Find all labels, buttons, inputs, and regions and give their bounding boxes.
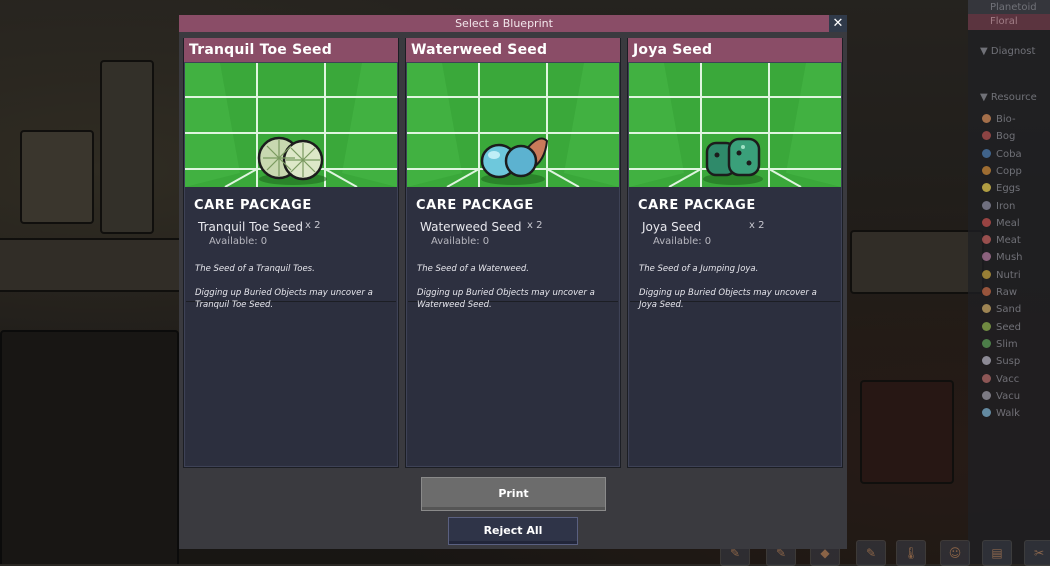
diagnostics-section[interactable]: ▼ Diagnost [968, 44, 1050, 60]
item-name: Joya Seed [642, 220, 702, 234]
item-quantity: x 2 [305, 220, 321, 231]
available-count: Available: 0 [653, 236, 712, 247]
item-preview-scene [629, 63, 841, 187]
item-preview-scene [407, 63, 619, 187]
resource-icon [982, 408, 991, 418]
resource-label: Sand [996, 304, 1022, 316]
document-tool-icon[interactable]: ▤ [982, 540, 1012, 566]
blueprint-card-tranquil-toe[interactable]: Tranquil Toe Seed CARE PACKAGE Tranquil … [183, 38, 399, 468]
resource-label: Meat [996, 235, 1021, 247]
package-type-label: CARE PACKAGE [194, 198, 312, 213]
card-header: Waterweed Seed [406, 38, 620, 62]
resource-list-item[interactable]: Vacu [968, 389, 1050, 405]
resource-list-item[interactable]: Mush [968, 250, 1050, 266]
resource-icon [982, 269, 991, 279]
resource-icon [982, 200, 991, 210]
package-type-label: CARE PACKAGE [638, 198, 756, 213]
item-preview-scene [185, 63, 397, 187]
resource-label: Coba [996, 148, 1022, 160]
resource-icon [982, 131, 991, 141]
resource-icon [982, 235, 991, 245]
card-header: Tranquil Toe Seed [184, 38, 398, 62]
resource-list-item[interactable]: Meal [968, 216, 1050, 232]
item-quantity: x 2 [749, 220, 765, 231]
thermometer-tool-icon[interactable]: 🌡 [896, 540, 926, 566]
resource-label: Eggs [996, 183, 1021, 195]
package-type-label: CARE PACKAGE [416, 198, 534, 213]
resource-icon [982, 338, 991, 348]
tools-icon[interactable]: ✂ [1024, 540, 1050, 566]
resource-list-item[interactable]: Eggs [968, 181, 1050, 197]
resource-label: Raw [996, 287, 1018, 298]
resource-label: Seed [996, 321, 1021, 333]
item-name: Tranquil Toe Seed [198, 220, 303, 234]
print-button[interactable]: Print [421, 477, 606, 511]
item-description: The Seed of a Waterweed. Digging up Buri… [417, 264, 595, 310]
resource-icon [982, 114, 991, 123]
resource-label: Bio- [996, 114, 1016, 125]
resource-label: Vacc [996, 373, 1020, 385]
resource-label: Copp [996, 165, 1022, 177]
resource-label: Slim [996, 338, 1018, 350]
resource-list-item[interactable]: Coba [968, 147, 1050, 163]
resource-icon [982, 356, 991, 366]
resource-label: Mush [996, 252, 1023, 264]
resource-icon [982, 390, 991, 400]
blueprint-card-waterweed[interactable]: Waterweed Seed CARE PACKAGE Waterweed Se… [405, 38, 621, 468]
resource-icon [982, 287, 991, 296]
resource-label: Iron [996, 200, 1016, 212]
resource-list-item[interactable]: Bio- [968, 112, 1050, 128]
resource-list-item[interactable]: Slim [968, 337, 1050, 353]
select-blueprint-dialog: Select a Blueprint ✕ Tranquil Toe Seed C… [179, 15, 847, 549]
resource-icon [982, 304, 991, 314]
resource-list-item[interactable]: Susp [968, 354, 1050, 370]
resource-label: Vacu [996, 390, 1021, 402]
resource-list-item[interactable]: Sand [968, 302, 1050, 318]
resource-list-item[interactable]: Copp [968, 164, 1050, 180]
resource-icon [982, 252, 991, 262]
resource-list-item[interactable]: Seed [968, 320, 1050, 336]
resource-icon [982, 183, 991, 193]
pen-tool-icon[interactable]: ✎ [856, 540, 886, 566]
resource-icon [982, 165, 991, 175]
resource-label: Nutri [996, 269, 1021, 281]
resource-list-item[interactable]: Nutri [968, 268, 1050, 284]
resource-icon [982, 373, 991, 383]
item-description: The Seed of a Jumping Joya. Digging up B… [639, 264, 817, 310]
dialog-title: Select a Blueprint [179, 15, 829, 32]
resource-list-item[interactable]: Meat [968, 233, 1050, 249]
resource-list-item[interactable]: Iron [968, 199, 1050, 215]
blueprint-card-joya[interactable]: Joya Seed CARE PACKAGE Joya Seed x 2 Ava… [627, 38, 843, 468]
item-name: Waterweed Seed [420, 220, 522, 234]
resource-icon [982, 217, 991, 227]
floral-filter[interactable]: Floral [968, 14, 1050, 30]
close-icon[interactable]: ✕ [829, 15, 847, 32]
resource-list-item[interactable]: Vacc [968, 372, 1050, 388]
item-description: The Seed of a Tranquil Toes. Digging up … [195, 264, 373, 310]
available-count: Available: 0 [209, 236, 268, 247]
resource-list-item[interactable]: Walk [968, 406, 1050, 422]
resources-section[interactable]: ▼ Resource [968, 90, 1050, 106]
resource-list-item[interactable]: Raw [968, 285, 1050, 301]
resource-list-item[interactable]: Bog [968, 129, 1050, 145]
resource-icon [982, 148, 991, 158]
joya-seed-icon [703, 137, 763, 185]
resource-label: Bog [996, 131, 1016, 143]
reject-all-button[interactable]: Reject All [448, 517, 578, 545]
resource-side-panel: Planetoid Floral ▼ Diagnost ▼ Resource B… [968, 0, 1050, 564]
resource-label: Meal [996, 217, 1020, 229]
card-header: Joya Seed [628, 38, 842, 62]
resource-icon [982, 321, 991, 331]
smiley-tool-icon[interactable]: ☺ [940, 540, 970, 566]
resource-label: Walk [996, 408, 1020, 420]
item-quantity: x 2 [527, 220, 543, 231]
available-count: Available: 0 [431, 236, 490, 247]
resource-label: Susp [996, 356, 1021, 368]
